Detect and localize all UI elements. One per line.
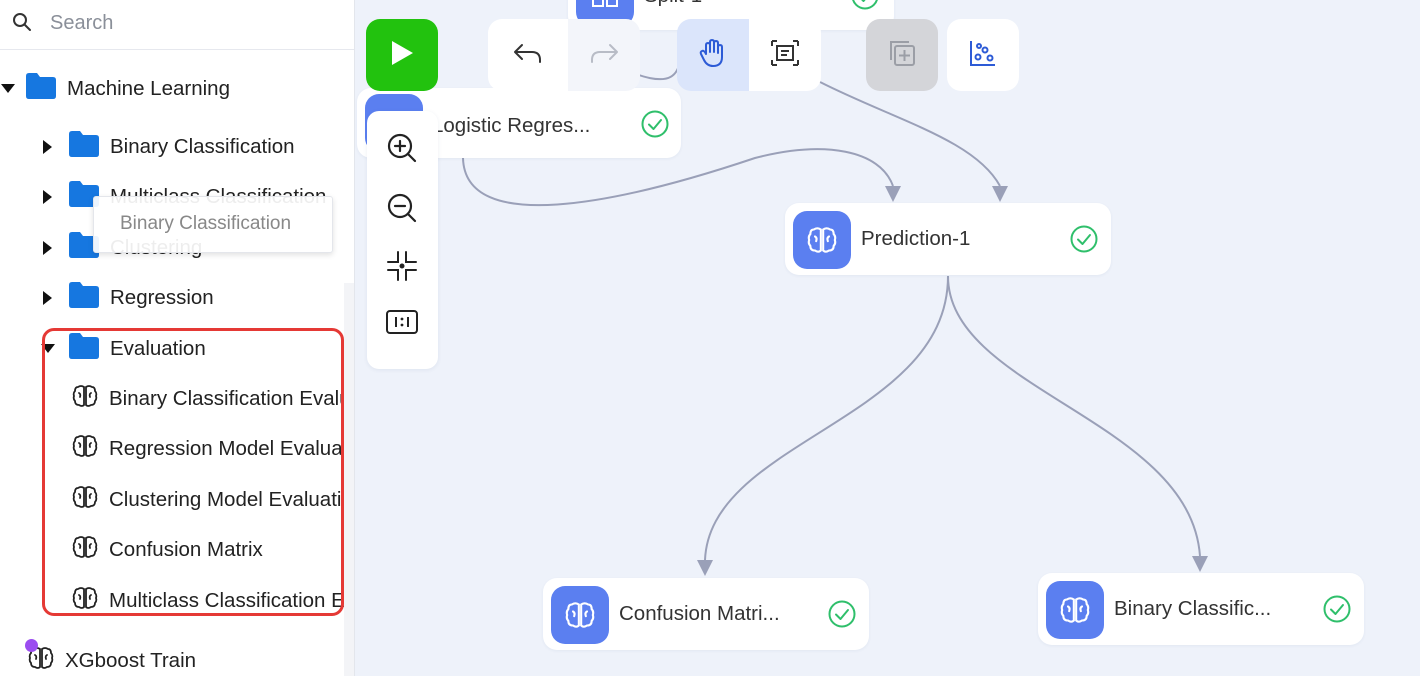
node-brain-icon xyxy=(551,586,609,644)
search-bar xyxy=(0,0,354,50)
play-icon xyxy=(389,39,415,72)
folder-icon xyxy=(69,282,99,314)
add-group-button[interactable] xyxy=(866,19,938,91)
tree-item-regression-model-evaluation[interactable]: Regression Model Evaluation xyxy=(72,432,355,466)
tree-folder-binary-classification[interactable]: Binary Classification xyxy=(40,130,295,164)
workflow-canvas[interactable]: Split-1 Logistic Regres... Prediction-1 … xyxy=(355,0,1420,676)
tree-label: Regression xyxy=(110,286,214,309)
caret-right-icon[interactable] xyxy=(40,189,56,205)
tree-item-clustering-model-evaluation[interactable]: Clustering Model Evaluation xyxy=(72,483,355,517)
folder-icon xyxy=(69,131,99,163)
tree-label: Binary Classification Evaluation xyxy=(109,387,354,410)
node-confusion-matrix[interactable]: Confusion Matri... xyxy=(543,578,869,650)
node-label: Split-1 xyxy=(644,0,702,8)
tree-label: Evaluation xyxy=(110,337,206,360)
redo-button[interactable] xyxy=(568,19,640,91)
folder-icon xyxy=(69,333,99,365)
drag-preview-label: Binary Classification xyxy=(120,213,292,234)
fit-view-button[interactable] xyxy=(383,249,421,287)
actual-size-button[interactable] xyxy=(383,305,421,343)
success-check-icon xyxy=(851,0,879,15)
node-binary-classification[interactable]: Binary Classific... xyxy=(1038,573,1364,645)
caret-down-icon[interactable] xyxy=(40,341,56,357)
node-label: Binary Classific... xyxy=(1114,597,1272,620)
node-brain-icon xyxy=(793,211,851,269)
tree-item-multiclass-classification-evaluation[interactable]: Multiclass Classification Evaluation xyxy=(72,584,354,618)
node-label: Prediction-1 xyxy=(861,227,971,250)
tree-label: Confusion Matrix xyxy=(109,538,263,561)
evaluation-highlight-box xyxy=(42,328,344,616)
zoom-out-button[interactable] xyxy=(383,191,421,229)
brain-icon xyxy=(72,535,98,565)
node-label: Confusion Matri... xyxy=(619,602,780,625)
success-check-icon xyxy=(641,110,669,143)
zoom-controls xyxy=(367,111,438,369)
tree-folder-evaluation[interactable]: Evaluation xyxy=(40,332,206,366)
scatter-icon xyxy=(968,38,998,73)
brain-icon xyxy=(72,485,98,515)
arrowhead xyxy=(1192,556,1208,572)
tree-item-xgboost-train[interactable]: XGboost Train xyxy=(28,644,196,676)
undo-button[interactable] xyxy=(488,19,568,91)
zoom-in-button[interactable] xyxy=(383,131,421,169)
caret-right-icon[interactable] xyxy=(40,290,56,306)
tree-item-confusion-matrix[interactable]: Confusion Matrix xyxy=(72,533,263,567)
tree-item-binary-classification-evaluation[interactable]: Binary Classification Evaluation xyxy=(72,382,354,416)
drag-preview: Binary Classification xyxy=(93,196,333,253)
node-prediction-1[interactable]: Prediction-1 xyxy=(785,203,1111,275)
arrowhead xyxy=(885,186,901,202)
run-button[interactable] xyxy=(366,19,438,91)
brain-icon xyxy=(72,384,98,414)
node-brain-icon xyxy=(1046,581,1104,639)
edge-prediction-to-confusion xyxy=(704,275,949,561)
edge-top-to-prediction xyxy=(819,81,1001,187)
tree-folder-regression[interactable]: Regression xyxy=(40,281,214,315)
tree-label: Multiclass Classification Evaluation xyxy=(109,589,354,612)
zoom-out-icon xyxy=(386,192,418,229)
frame-select-icon xyxy=(769,38,801,73)
success-check-icon xyxy=(828,600,856,633)
caret-right-icon[interactable] xyxy=(40,240,56,256)
search-input[interactable] xyxy=(50,8,340,38)
tree-label: Binary Classification xyxy=(110,135,295,158)
arrowhead xyxy=(992,186,1008,202)
caret-right-icon[interactable] xyxy=(40,139,56,155)
undo-icon xyxy=(512,39,544,72)
fit-view-icon xyxy=(386,250,418,287)
success-check-icon xyxy=(1323,595,1351,628)
redo-icon xyxy=(588,39,620,72)
scrollbar-track[interactable] xyxy=(344,283,354,676)
tree-label: Machine Learning xyxy=(67,77,230,100)
pan-tool-button[interactable] xyxy=(677,19,749,91)
tree-label: Regression Model Evaluation xyxy=(109,437,355,460)
component-sidebar: Machine Learning Binary Classification M… xyxy=(0,0,355,676)
tree-label: XGboost Train xyxy=(65,649,197,672)
tree-label: Clustering Model Evaluation xyxy=(109,488,355,511)
actual-size-icon xyxy=(385,308,419,341)
search-icon xyxy=(12,12,32,37)
brain-icon xyxy=(72,586,98,616)
hand-icon xyxy=(698,37,728,74)
edge-prediction-to-binary xyxy=(947,275,1201,557)
add-group-icon xyxy=(886,37,918,74)
scatter-view-button[interactable] xyxy=(947,19,1019,91)
arrowhead xyxy=(697,560,713,576)
tree-folder-machine-learning[interactable]: Machine Learning xyxy=(0,72,230,106)
folder-icon xyxy=(26,73,56,105)
zoom-in-icon xyxy=(386,132,418,169)
node-label: Logistic Regres... xyxy=(432,114,591,137)
caret-down-icon[interactable] xyxy=(0,81,16,97)
brain-icon xyxy=(72,434,98,464)
frame-select-button[interactable] xyxy=(749,19,821,91)
success-check-icon xyxy=(1070,225,1098,258)
notification-dot xyxy=(25,639,38,652)
